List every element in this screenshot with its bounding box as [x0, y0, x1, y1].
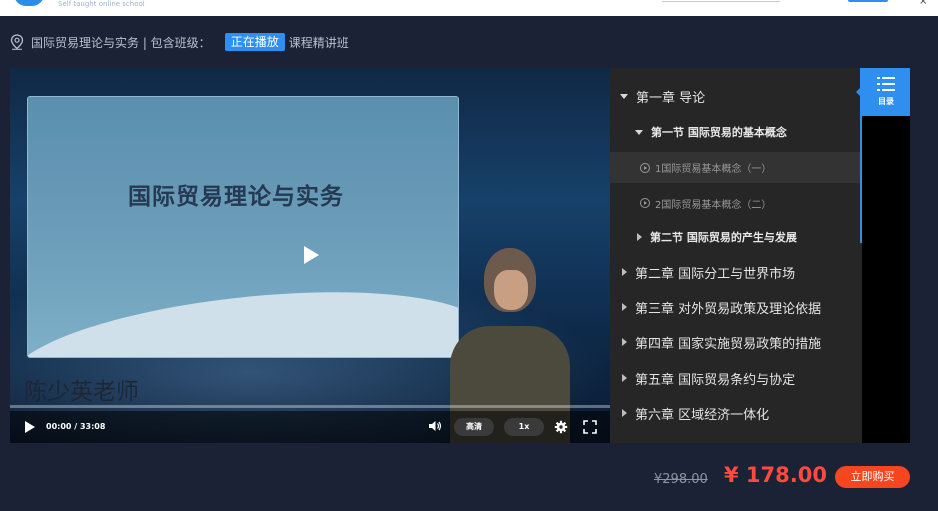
collapse-arrow-icon [622, 303, 627, 311]
chapter-label: 第四章 国家实施贸易政策的措施 [635, 336, 822, 352]
expand-arrow-icon [620, 93, 628, 99]
original-price: ¥298.00 [654, 472, 708, 487]
search-input[interactable] [662, 0, 780, 2]
lecture-slide: 国际贸易理论与实务 [27, 96, 459, 358]
collapse-arrow-icon [622, 338, 627, 346]
list-icon [877, 77, 895, 91]
logo-subtitle: Self taught online school [58, 0, 145, 8]
chapter-5[interactable]: 第五章 国际贸易条约与协定 [610, 361, 862, 395]
play-circle-icon [640, 198, 650, 208]
catalog-tab[interactable]: 目录 [862, 68, 910, 116]
sale-price: ¥ 178.00 [724, 463, 827, 487]
side-panel [862, 68, 910, 443]
chapter-3[interactable]: 第三章 对外贸易政策及理论依据 [610, 290, 862, 324]
teacher-face [494, 270, 528, 310]
quality-button[interactable]: 高清 [454, 418, 494, 436]
slide-title: 国际贸易理论与实务 [128, 184, 344, 210]
lesson-2[interactable]: 2国际贸易基本概念（二） [610, 186, 862, 220]
lesson-label: 1国际贸易基本概念（一） [655, 164, 772, 175]
player-controls: 00:00 / 33:08 高清 1x [10, 411, 610, 443]
expand-arrow-icon [635, 129, 643, 135]
chapter-4[interactable]: 第四章 国家实施贸易政策的措施 [610, 325, 862, 359]
chapter-label: 第二章 国际分工与世界市场 [635, 266, 796, 282]
top-bar: Self taught online school × [0, 0, 938, 16]
collapse-arrow-icon [622, 409, 627, 417]
chapter-label: 第一章 导论 [636, 90, 706, 106]
video-player[interactable]: 国际贸易理论与实务 陈少英老师 00:00 / 33:08 高清 1x [10, 68, 610, 443]
catalog-tab-label: 目录 [878, 97, 894, 106]
lesson-1[interactable]: 1国际贸易基本概念（一） [610, 152, 862, 183]
course-info: 国际贸易理论与实务 | 包含班级： 正在播放 课程精讲班 [10, 33, 349, 51]
now-playing-badge: 正在播放 [224, 33, 285, 51]
buy-now-button[interactable]: 立即购买 [835, 466, 910, 488]
time-display: 00:00 / 33:08 [46, 422, 106, 431]
section-label: 第一节 国际贸易的基本概念 [651, 126, 787, 139]
collapse-arrow-icon [622, 268, 627, 276]
progress-bar[interactable] [10, 405, 610, 408]
speed-button[interactable]: 1x [504, 418, 544, 436]
close-icon[interactable]: × [919, 0, 927, 7]
settings-gear-icon[interactable] [554, 420, 568, 434]
section-1-1[interactable]: 第一节 国际贸易的基本概念 [610, 115, 862, 149]
location-pin-icon [10, 34, 24, 50]
search-button[interactable] [848, 0, 888, 2]
chapter-label: 第三章 对外贸易政策及理论依据 [635, 301, 822, 317]
catalog-panel: 第一章 导论 第一节 国际贸易的基本概念 1国际贸易基本概念（一） 2国际贸易基… [610, 68, 862, 443]
play-button-icon[interactable] [24, 420, 36, 434]
teacher-name: 陈少英老师 [24, 379, 139, 405]
section-label: 第二节 国际贸易的产生与发展 [650, 231, 797, 244]
volume-icon[interactable] [428, 419, 442, 433]
chapter-label: 第六章 区域经济一体化 [635, 407, 770, 423]
slide-wave-decoration [28, 272, 458, 357]
class-name: 课程精讲班 [288, 35, 349, 50]
course-title: 国际贸易理论与实务 | 包含班级： [31, 35, 211, 50]
section-1-2[interactable]: 第二节 国际贸易的产生与发展 [610, 220, 862, 254]
play-icon[interactable] [300, 244, 322, 266]
chapter-2[interactable]: 第二章 国际分工与世界市场 [610, 255, 862, 289]
chapter-1[interactable]: 第一章 导论 [610, 79, 862, 113]
collapse-arrow-icon [622, 374, 627, 382]
collapse-arrow-icon [637, 233, 642, 241]
logo[interactable] [14, 0, 44, 6]
chapter-label: 第五章 国际贸易条约与协定 [635, 372, 796, 388]
chapter-6[interactable]: 第六章 区域经济一体化 [610, 396, 862, 430]
lesson-label: 2国际贸易基本概念（二） [655, 199, 772, 211]
fullscreen-icon[interactable] [583, 420, 597, 434]
play-circle-icon [640, 162, 650, 173]
